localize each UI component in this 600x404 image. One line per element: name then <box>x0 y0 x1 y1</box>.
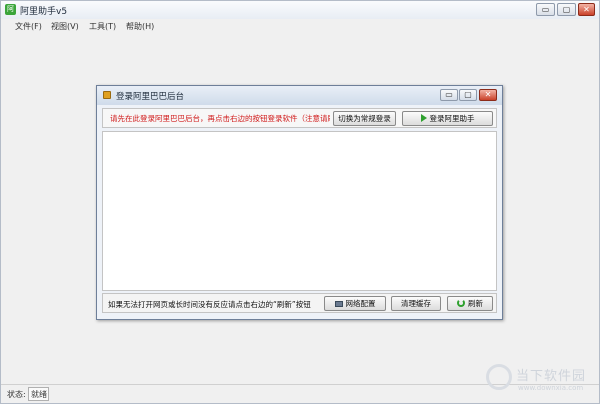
menu-tools[interactable]: 工具(T) <box>89 21 116 32</box>
watermark-logo-icon <box>486 364 512 390</box>
status-value: 就绪 <box>31 390 47 399</box>
network-icon <box>334 301 343 307</box>
menu-bar: 文件(F) 视图(V) 工具(T) 帮助(H) <box>1 19 599 34</box>
watermark-url: www.downxia.com <box>518 384 584 392</box>
refresh-hint: 如果无法打开网页或长时间没有反应请点击右边的“刷新”按钮 <box>108 300 311 309</box>
dialog-minimize-button[interactable]: ▭ <box>440 89 458 101</box>
login-assistant-label: 登录阿里助手 <box>429 114 475 123</box>
green-arrow-icon <box>420 114 427 122</box>
watermark: 当下软件园 www.downxia.com <box>486 361 598 399</box>
bottom-toolbar: 如果无法打开网页或长时间没有反应请点击右边的“刷新”按钮 网络配置 清理缓存 刷… <box>102 293 497 313</box>
close-button[interactable]: ✕ <box>578 3 595 16</box>
clear-cache-button[interactable]: 清理缓存 <box>391 296 441 311</box>
dialog-maximize-button[interactable]: ▢ <box>459 89 477 101</box>
status-label: 状态: <box>7 390 26 399</box>
web-content-area[interactable] <box>102 131 497 291</box>
refresh-icon <box>457 299 465 307</box>
switch-login-button[interactable]: 切换为常规登录 <box>333 111 396 126</box>
window-title: 阿里助手v5 <box>20 7 68 17</box>
menu-view[interactable]: 视图(V) <box>51 21 79 32</box>
menu-file[interactable]: 文件(F) <box>15 21 42 32</box>
refresh-button[interactable]: 刷新 <box>447 296 493 311</box>
title-bar[interactable]: 阿 阿里助手v5 ▭ ▢ ✕ <box>1 1 599 19</box>
network-config-button[interactable]: 网络配置 <box>324 296 386 311</box>
menu-help[interactable]: 帮助(H) <box>126 21 154 32</box>
lock-icon <box>103 91 111 99</box>
app-icon: 阿 <box>5 4 16 15</box>
refresh-label: 刷新 <box>468 299 483 308</box>
status-field: 就绪 <box>28 387 49 401</box>
dialog-title-bar[interactable]: 登录阿里巴巴后台 ▭ ▢ ✕ <box>97 86 502 105</box>
dialog-title: 登录阿里巴巴后台 <box>116 92 185 102</box>
minimize-button[interactable]: ▭ <box>536 3 555 16</box>
maximize-button[interactable]: ▢ <box>557 3 576 16</box>
login-assistant-button[interactable]: 登录阿里助手 <box>402 111 493 126</box>
watermark-text: 当下软件园 <box>516 369 587 384</box>
login-toolbar: 请先在此登录阿里巴巴后台，再点击右边的按钮登录软件（注意请刷 切换为常规登录 登… <box>102 108 497 128</box>
dialog-close-button[interactable]: ✕ <box>479 89 497 101</box>
login-dialog: 登录阿里巴巴后台 ▭ ▢ ✕ 请先在此登录阿里巴巴后台，再点击右边的按钮登录软件… <box>96 85 503 320</box>
network-config-label: 网络配置 <box>345 299 376 308</box>
login-notice: 请先在此登录阿里巴巴后台，再点击右边的按钮登录软件（注意请刷 <box>110 114 330 123</box>
